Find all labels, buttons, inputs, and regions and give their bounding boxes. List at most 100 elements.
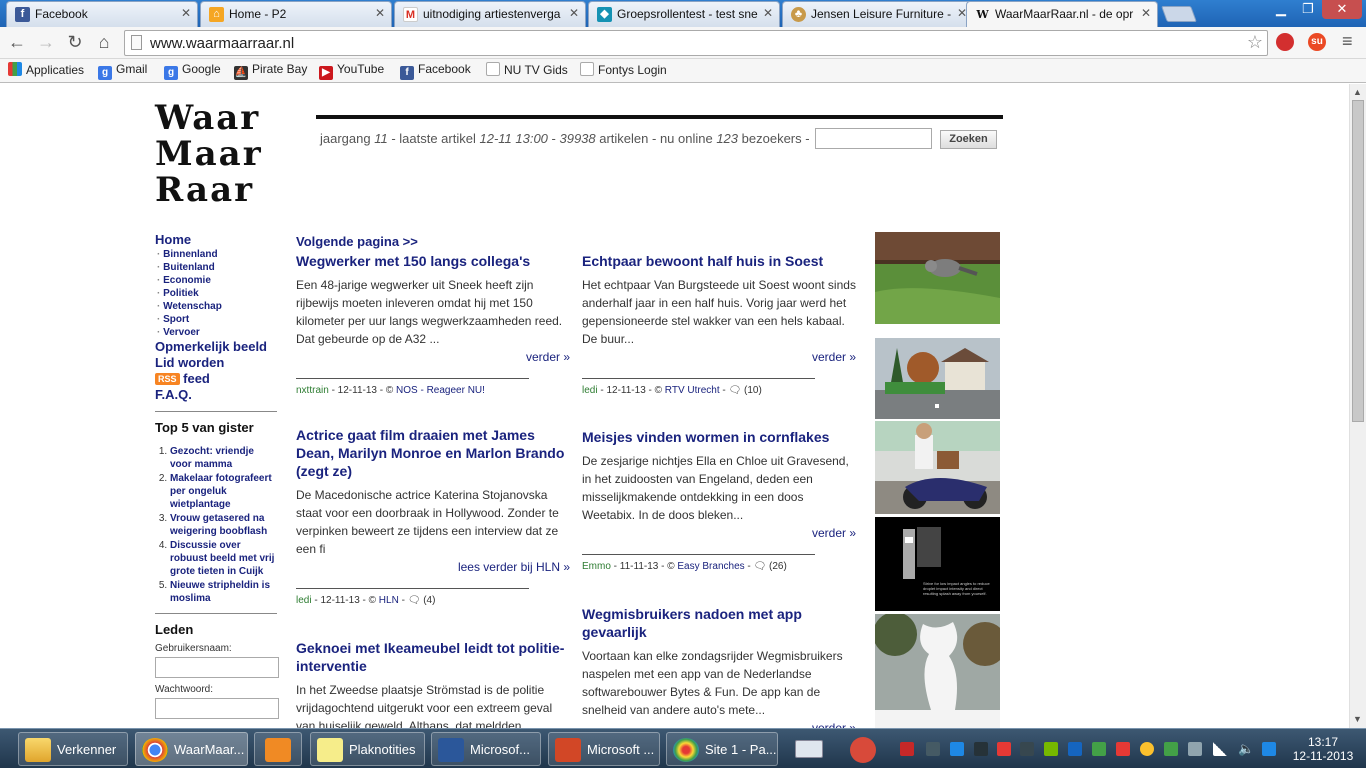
bookmark-star-icon[interactable]: ☆ (1247, 32, 1263, 53)
article-title[interactable]: Geknoei met Ikeameubel leidt tot politie… (296, 639, 570, 675)
bluetooth-icon[interactable] (950, 742, 964, 756)
tab-home-p2[interactable]: ⌂ Home - P2 ✕ (200, 1, 392, 27)
taskbar-chrome[interactable]: WaarMaar... (135, 732, 248, 766)
new-tab-button[interactable] (1161, 6, 1197, 22)
author-link[interactable]: ledi (296, 595, 312, 606)
reload-icon[interactable]: ↻ (65, 32, 85, 52)
bookmark-pirate-bay[interactable]: ⛵ Pirate Bay (234, 62, 307, 80)
network-signal-icon[interactable] (1213, 742, 1227, 756)
antivirus-icon[interactable] (850, 737, 876, 763)
page-scrollbar[interactable]: ▲ ▼ (1349, 84, 1366, 728)
search-button[interactable]: Zoeken (940, 130, 997, 149)
nav-lid-worden[interactable]: Lid worden (155, 355, 277, 371)
site-logo[interactable]: Waar Maar Raar (155, 100, 263, 208)
top5-item[interactable]: Vrouw getasered na weigering boobflash (170, 512, 277, 538)
read-more-link[interactable]: verder » (296, 348, 570, 366)
author-link[interactable]: Emmo (582, 561, 611, 572)
read-more-link[interactable]: verder » (582, 719, 856, 728)
article-title[interactable]: Wegwerker met 150 langs collega's (296, 252, 570, 270)
bookmark-youtube[interactable]: ▶ YouTube (319, 62, 384, 80)
taskbar-word[interactable]: Microsof... (431, 732, 541, 766)
nav-wetenschap[interactable]: Wetenschap (155, 300, 277, 313)
react-link[interactable]: - Reageer NU! (418, 385, 484, 396)
source-link[interactable]: Easy Branches (677, 561, 744, 572)
close-icon[interactable]: ✕ (763, 6, 773, 20)
bookmark-google[interactable]: g Google (164, 62, 221, 80)
nav-opmerkelijk-beeld[interactable]: Opmerkelijk beeld (155, 339, 277, 355)
tray-app-icon[interactable] (1020, 742, 1034, 756)
back-arrow-icon[interactable]: ← (7, 32, 27, 52)
bookmark-nu-tv-gids[interactable]: NU TV Gids (486, 62, 568, 77)
nav-faq[interactable]: F.A.Q. (155, 387, 277, 403)
source-link[interactable]: RTV Utrecht (665, 385, 720, 396)
next-page-link[interactable]: Volgende pagina >> (296, 234, 418, 249)
read-more-link[interactable]: lees verder bij HLN » (296, 558, 570, 576)
bookmark-fontys-login[interactable]: Fontys Login (580, 62, 667, 77)
tray-app-icon[interactable] (974, 742, 988, 756)
username-field[interactable] (155, 657, 279, 678)
article-title[interactable]: Echtpaar bewoont half huis in Soest (582, 252, 856, 270)
close-icon[interactable]: ✕ (569, 6, 579, 20)
nav-economie[interactable]: Economie (155, 274, 277, 287)
top5-item[interactable]: Discussie over robuust beeld met vrij gr… (170, 539, 277, 578)
author-link[interactable]: nxttrain (296, 385, 329, 396)
nav-buitenland[interactable]: Buitenland (155, 261, 277, 274)
article-title[interactable]: Meisjes vinden wormen in cornflakes (582, 428, 856, 446)
nav-home[interactable]: Home (155, 232, 277, 248)
maximize-button[interactable]: ❐ (1296, 0, 1320, 19)
tab-gmail[interactable]: M uitnodiging artiestenverga ✕ (394, 1, 586, 27)
tray-shield-icon[interactable] (900, 742, 914, 756)
tray-app-icon[interactable] (1140, 742, 1154, 756)
read-more-link[interactable]: verder » (582, 348, 856, 366)
adblock-extension-icon[interactable] (1276, 33, 1294, 51)
tab-waarmaarraar[interactable]: W WaarMaarRaar.nl - de opr ✕ (966, 1, 1158, 27)
nav-vervoer[interactable]: Vervoer (155, 326, 277, 339)
tray-app-icon[interactable] (1262, 742, 1276, 756)
tray-app-icon[interactable] (1092, 742, 1106, 756)
taskbar-verkenner[interactable]: Verkenner (18, 732, 128, 766)
raccoon-photo[interactable] (875, 232, 1000, 324)
read-more-link[interactable]: verder » (582, 524, 856, 542)
taskbar-plaknotities[interactable]: Plaknotities (310, 732, 425, 766)
tray-app-icon[interactable] (1188, 742, 1202, 756)
close-icon[interactable]: ✕ (181, 6, 191, 20)
tray-app-icon[interactable] (997, 742, 1011, 756)
forward-arrow-icon[interactable]: → (36, 32, 56, 52)
system-clock[interactable]: 13:17 12-11-2013 (1288, 735, 1358, 763)
thumbnail-strip[interactable] (875, 710, 1000, 728)
top5-item[interactable]: Makelaar fotografeert per ongeluk wietpl… (170, 472, 277, 511)
nav-rss-feed[interactable]: RSS feed (155, 371, 277, 387)
close-icon[interactable]: ✕ (375, 6, 385, 20)
keyboard-icon[interactable] (795, 740, 823, 758)
source-link[interactable]: NOS (396, 385, 418, 396)
tray-app-icon[interactable] (1068, 742, 1082, 756)
tray-app-icon[interactable] (1116, 742, 1130, 756)
scroll-up-icon[interactable]: ▲ (1353, 87, 1362, 97)
source-link[interactable]: HLN (379, 595, 399, 606)
tab-facebook[interactable]: f Facebook ✕ (6, 1, 198, 27)
statue-photo[interactable] (875, 614, 1000, 710)
nav-politiek[interactable]: Politiek (155, 287, 277, 300)
nav-binnenland[interactable]: Binnenland (155, 248, 277, 261)
comment-count[interactable]: (10) (744, 385, 762, 396)
top5-item[interactable]: Nieuwe stripheldin is moslima (170, 579, 277, 605)
scooter-photo[interactable] (875, 421, 1000, 514)
article-title[interactable]: Wegmisbruikers nadoen met app gevaarlijk (582, 605, 856, 641)
top5-item[interactable]: Gezocht: vriendje voor mamma (170, 445, 277, 471)
taskbar-powerpoint[interactable]: Microsoft ... (548, 732, 660, 766)
bookmark-applicaties[interactable]: Applicaties (8, 62, 84, 77)
taskbar-paint[interactable]: Site 1 - Pa... (666, 732, 778, 766)
menu-icon[interactable]: ≡ (1342, 31, 1353, 52)
bookmark-facebook[interactable]: f Facebook (400, 62, 471, 80)
tray-monitor-icon[interactable] (926, 742, 940, 756)
nav-sport[interactable]: Sport (155, 313, 277, 326)
video-still[interactable]: Strive for low impact angles to reduce d… (875, 517, 1000, 611)
article-title[interactable]: Actrice gaat film draaien met James Dean… (296, 426, 570, 480)
stumbleupon-icon[interactable]: su (1308, 33, 1326, 51)
volume-icon[interactable]: 🔈 (1238, 742, 1254, 756)
comment-count[interactable]: (26) (769, 561, 787, 572)
home-icon[interactable]: ⌂ (94, 32, 114, 52)
scrollbar-thumb[interactable] (1352, 100, 1364, 422)
comment-count[interactable]: (4) (423, 595, 435, 606)
window-close-button[interactable]: ✕ (1322, 0, 1362, 19)
